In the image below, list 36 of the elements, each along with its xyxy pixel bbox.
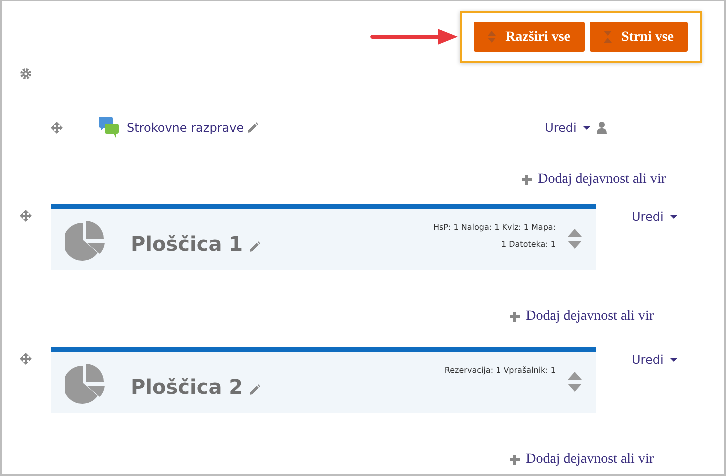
collapse-all-button[interactable]: Strni vse bbox=[590, 22, 688, 52]
forum-icon bbox=[99, 117, 119, 139]
caret-icon[interactable] bbox=[670, 215, 678, 219]
expand-icon[interactable] bbox=[568, 228, 582, 250]
expand-icon[interactable] bbox=[568, 372, 582, 394]
pie-chart-icon bbox=[65, 218, 107, 260]
move-icon[interactable] bbox=[20, 353, 32, 365]
tile-summary: Rezervacija: 1 Vprašalnik: 1 bbox=[444, 365, 556, 377]
caret-icon[interactable] bbox=[670, 358, 678, 362]
expand-icon bbox=[488, 31, 496, 43]
add-activity-link[interactable]: Dodaj dejavnost ali vir bbox=[510, 449, 654, 470]
tile-title[interactable]: Ploščica 1 bbox=[131, 228, 244, 258]
plus-icon bbox=[522, 174, 532, 184]
activity-link[interactable]: Strokovne razprave bbox=[127, 119, 244, 137]
edit-icon[interactable] bbox=[249, 240, 262, 252]
collapse-icon bbox=[604, 31, 612, 43]
expand-all-button[interactable]: Razširi vse bbox=[474, 22, 584, 52]
menu-link[interactable]: Uredi bbox=[545, 119, 577, 137]
menu-link[interactable]: Uredi bbox=[632, 351, 664, 369]
settings-icon bbox=[20, 68, 32, 80]
user-icon bbox=[596, 122, 607, 134]
edit-icon[interactable] bbox=[247, 122, 260, 134]
tile-summary: HsP: 1 Naloga: 1 Kviz: 1 Mapa: 1 Datoteka: 1 bbox=[432, 222, 556, 251]
add-activity-link[interactable]: Dodaj dejavnost ali vir bbox=[510, 306, 654, 327]
tile-title[interactable]: Ploščica 2 bbox=[131, 372, 244, 402]
move-icon[interactable] bbox=[51, 122, 63, 134]
menu-link[interactable]: Uredi bbox=[632, 208, 664, 226]
tile-card[interactable]: Ploščica 2 Rezervacija: 1 Vprašalnik: 1 bbox=[51, 347, 596, 413]
caret-icon[interactable] bbox=[582, 126, 591, 130]
move-icon[interactable] bbox=[20, 210, 32, 222]
add-activity-link[interactable]: Dodaj dejavnost ali vir bbox=[522, 169, 666, 190]
plus-icon bbox=[510, 454, 520, 464]
edit-icon[interactable] bbox=[249, 384, 262, 396]
plus-icon bbox=[510, 312, 520, 322]
tile-card[interactable]: Ploščica 1 HsP: 1 Naloga: 1 Kviz: 1 Mapa: 1 Datoteka: 1 bbox=[51, 204, 596, 270]
pie-chart-icon bbox=[65, 362, 107, 404]
